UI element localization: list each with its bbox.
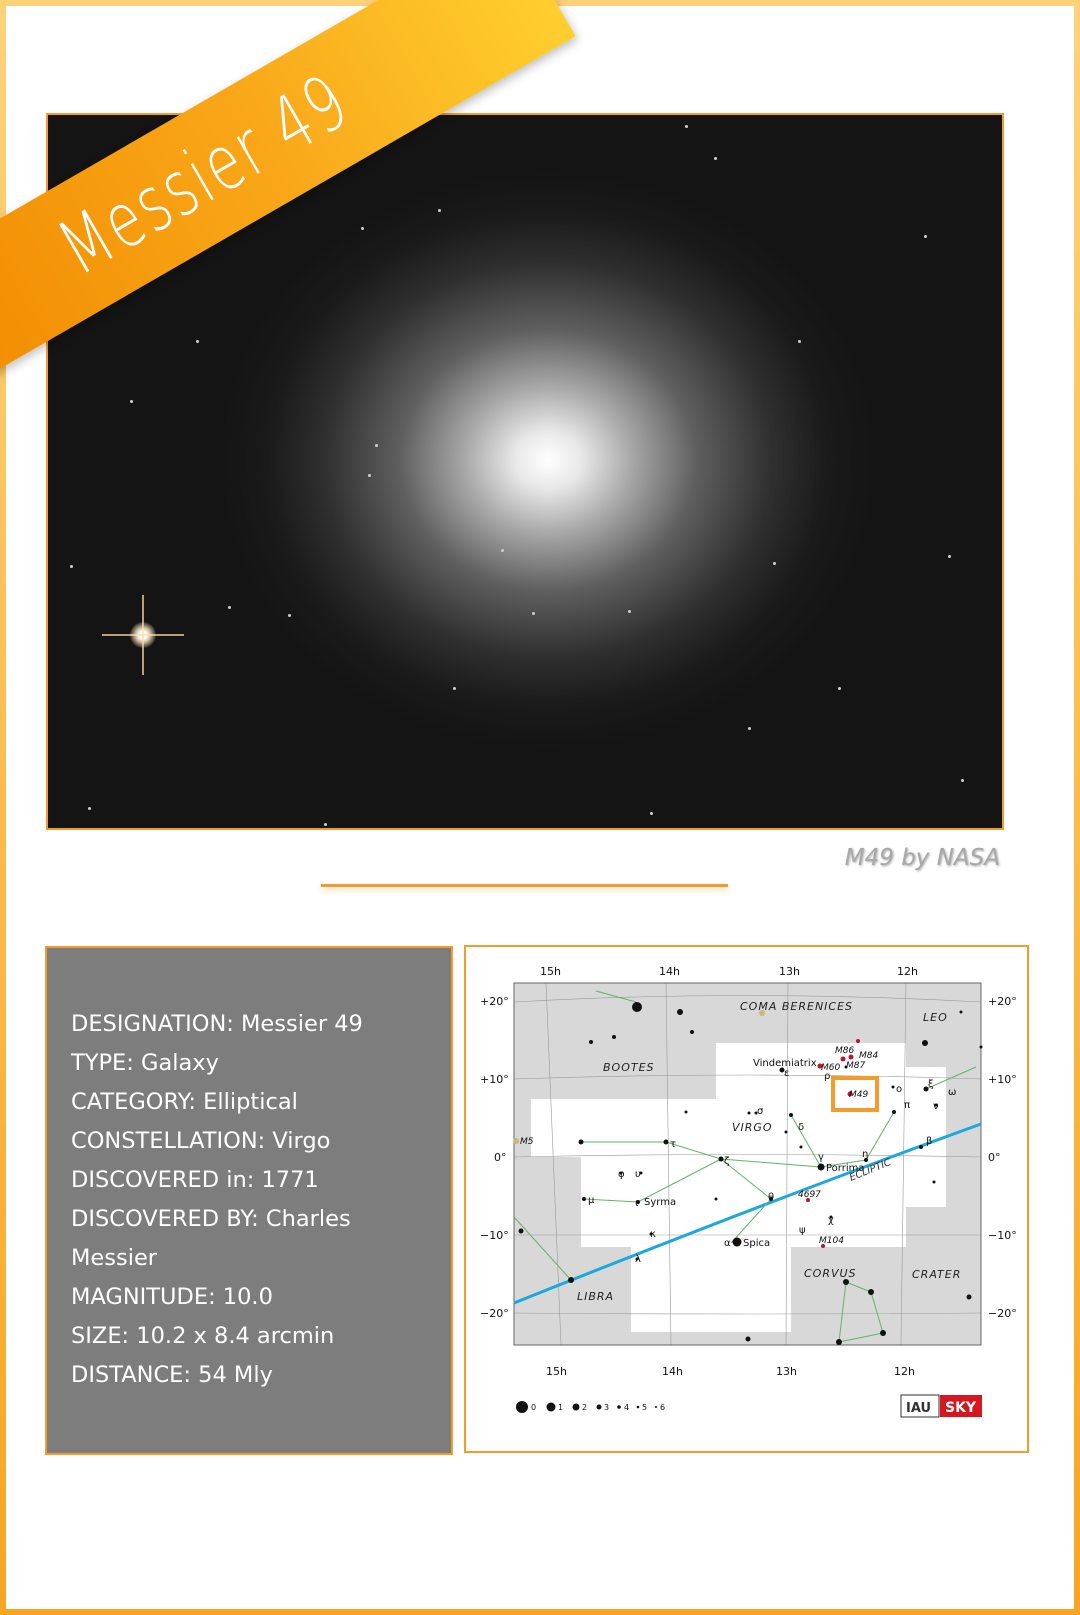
- detail-magnitude: MAGNITUDE: 10.0: [71, 1284, 273, 1310]
- star-map: ECLIPTIC 15h 14h 13h 12h 15h 14h 13h 12h…: [464, 945, 1029, 1453]
- constellation-label: CRATER: [912, 1268, 961, 1281]
- dec-label: −20°: [988, 1307, 1017, 1320]
- mag-label: 3: [604, 1403, 609, 1412]
- constellation-label: LIBRA: [577, 1290, 614, 1303]
- constellation-label: COMA BERENICES: [740, 1000, 853, 1013]
- mag-label: 5: [642, 1403, 647, 1412]
- greek-label: β: [926, 1136, 932, 1147]
- greek-label: ω: [948, 1087, 956, 1098]
- dec-label: 0°: [494, 1151, 507, 1164]
- constellation-label: BOOTES: [603, 1061, 655, 1074]
- dec-label: −10°: [988, 1229, 1017, 1242]
- separator: [321, 884, 728, 887]
- detail-size: SIZE: 10.2 x 8.4 arcmin: [71, 1323, 335, 1349]
- object-label: M86: [835, 1046, 854, 1056]
- star-label: Spica: [743, 1238, 770, 1249]
- greek-label: ρ: [824, 1071, 830, 1082]
- dec-label: 0°: [988, 1151, 1001, 1164]
- dec-label: −10°: [480, 1229, 509, 1242]
- mag-label: 4: [624, 1403, 629, 1412]
- detail-type: TYPE: Galaxy: [71, 1050, 219, 1076]
- greek-label: ε: [784, 1068, 789, 1079]
- greek-label: ο: [896, 1084, 902, 1095]
- dec-label: +20°: [988, 995, 1017, 1008]
- detail-designation: DESIGNATION: Messier 49: [71, 1011, 363, 1037]
- greek-label: θ: [768, 1192, 774, 1203]
- greek-label: φ: [618, 1169, 625, 1180]
- mag-label: 2: [582, 1403, 587, 1412]
- mag-label: 0: [531, 1403, 536, 1412]
- greek-label: λ: [635, 1254, 641, 1265]
- greek-label: μ: [588, 1195, 595, 1206]
- constellation-label: CORVUS: [804, 1267, 857, 1280]
- object-label: M104: [819, 1236, 844, 1246]
- sky-logo-text: SKY: [945, 1400, 977, 1416]
- star-label: Porrima: [826, 1163, 865, 1174]
- greek-label: κ: [650, 1229, 656, 1240]
- details-panel: DESIGNATION: Messier 49 TYPE: Galaxy CAT…: [45, 946, 453, 1455]
- greek-label: α: [724, 1238, 731, 1249]
- greek-label: ν: [933, 1101, 939, 1112]
- greek-label: δ: [798, 1122, 804, 1133]
- ra-label: 15h: [546, 1365, 567, 1378]
- greek-label: χ: [828, 1215, 834, 1226]
- object-label: M49: [849, 1090, 868, 1100]
- greek-label: τ: [670, 1139, 676, 1150]
- object-label: M5: [520, 1137, 534, 1147]
- photo-caption: M49 by NASA: [844, 845, 1000, 871]
- dec-label: −20°: [480, 1307, 509, 1320]
- mag-label: 1: [558, 1403, 563, 1412]
- detail-discovered-in: DISCOVERED in: 1771: [71, 1167, 319, 1193]
- ra-label: 14h: [659, 965, 680, 978]
- ra-label: 13h: [779, 965, 800, 978]
- dec-label: +10°: [988, 1073, 1017, 1086]
- ra-label: 12h: [897, 965, 918, 978]
- ra-label: 12h: [894, 1365, 915, 1378]
- object-label: 4697: [798, 1190, 821, 1200]
- detail-constellation: CONSTELLATION: Virgo: [71, 1128, 331, 1154]
- ra-label: 13h: [776, 1365, 797, 1378]
- detail-discovered-by: DISCOVERED BY: Charles Messier: [71, 1206, 351, 1271]
- dec-label: +10°: [480, 1073, 509, 1086]
- greek-label: γ: [818, 1152, 824, 1163]
- greek-label: ψ: [799, 1225, 806, 1236]
- detail-distance: DISTANCE: 54 Mly: [71, 1362, 273, 1388]
- greek-label: π: [904, 1100, 910, 1111]
- ra-label: 14h: [662, 1365, 683, 1378]
- greek-label: ζ: [724, 1156, 729, 1167]
- dec-label: +20°: [480, 995, 509, 1008]
- detail-category: CATEGORY: Elliptical: [71, 1089, 298, 1115]
- object-label: M84: [859, 1051, 878, 1061]
- star-label: Syrma: [644, 1197, 676, 1208]
- constellation-label: LEO: [923, 1011, 948, 1024]
- ra-label: 15h: [540, 965, 561, 978]
- greek-label: υ: [635, 1169, 641, 1180]
- mag-label: 6: [660, 1403, 665, 1412]
- greek-label: σ: [757, 1106, 764, 1117]
- iau-logo-text: IAU: [906, 1401, 931, 1416]
- greek-label: η: [862, 1149, 868, 1160]
- greek-label: ξ: [928, 1079, 934, 1090]
- constellation-label: VIRGO: [732, 1121, 773, 1134]
- object-label: M87: [846, 1061, 865, 1071]
